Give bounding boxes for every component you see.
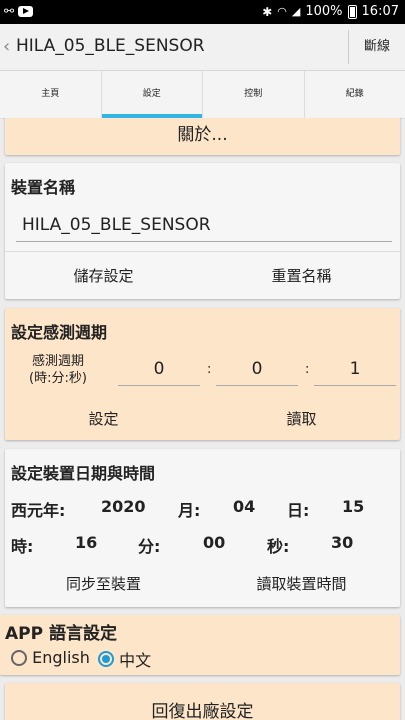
status-bar: ⚯ ✱ ◠ ◢ 100% 16:07	[0, 0, 405, 24]
reset-name-button[interactable]: 重置名稱	[203, 265, 400, 286]
read-period-button[interactable]: 讀取	[203, 408, 400, 429]
sensing-period-card: 設定感測週期 感測週期 (時:分:秒) 0 : 0 : 1 設定 讀取	[5, 308, 400, 440]
english-label: English	[32, 648, 90, 667]
language-radio-chinese[interactable]: 中文	[98, 647, 151, 671]
save-settings-button[interactable]: 儲存設定	[5, 265, 202, 286]
seconds-input[interactable]: 1	[314, 359, 396, 386]
hours-input[interactable]: 0	[118, 359, 200, 386]
datetime-card: 設定裝置日期與時間 西元年: 2020 月: 04 日: 15 時: 16 分:…	[5, 449, 400, 607]
clock: 16:07	[361, 4, 399, 19]
second-value: 30	[331, 533, 354, 552]
link-icon: ⚯	[4, 4, 15, 18]
disconnect-button[interactable]: 斷線	[348, 30, 405, 64]
youtube-icon	[18, 5, 34, 17]
year-value: 2020	[101, 497, 146, 516]
minute-label: 分:	[138, 537, 161, 556]
language-radio-english[interactable]: English	[11, 647, 90, 667]
minutes-input[interactable]: 0	[216, 359, 298, 386]
wifi-icon: ◠	[277, 5, 287, 18]
back-chevron-icon[interactable]: ‹	[3, 36, 10, 57]
hour-label: 時:	[11, 537, 34, 556]
datetime-title: 設定裝置日期與時間	[11, 464, 156, 483]
sensing-period-label-line2: (時:分:秒)	[29, 371, 87, 386]
settings-scroll-content[interactable]: 關於... 裝置名稱 HILA_05_BLE_SENSOR 儲存設定 重置名稱 …	[0, 118, 405, 720]
read-device-time-button[interactable]: 讀取裝置時間	[203, 573, 400, 594]
sensing-period-label: 感測週期 (時:分:秒)	[23, 353, 93, 387]
sensing-period-title: 設定感測週期	[11, 323, 108, 342]
tab-control[interactable]: 控制	[203, 71, 305, 118]
language-card: APP 語言設定 English 中文	[0, 615, 400, 675]
month-label: 月:	[178, 501, 201, 520]
battery-percent: 100%	[305, 4, 343, 19]
sensing-period-label-line1: 感測週期	[31, 354, 84, 369]
device-name-field[interactable]: HILA_05_BLE_SENSOR	[16, 215, 392, 242]
app-title: HILA_05_BLE_SENSOR	[16, 36, 205, 56]
tab-log[interactable]: 紀錄	[305, 71, 405, 118]
language-title: APP 語言設定	[5, 624, 117, 644]
radio-unchecked-icon[interactable]	[11, 649, 27, 666]
about-button[interactable]: 關於...	[5, 118, 400, 155]
sync-to-device-button[interactable]: 同步至裝置	[5, 573, 202, 594]
radio-checked-icon[interactable]	[98, 651, 114, 667]
minute-value: 00	[203, 533, 226, 552]
separator-colon: :	[207, 362, 212, 377]
tab-settings[interactable]: 設定	[101, 71, 203, 118]
day-label: 日:	[287, 501, 310, 520]
set-period-button[interactable]: 設定	[5, 408, 202, 429]
device-name-card: 裝置名稱 HILA_05_BLE_SENSOR 儲存設定 重置名稱	[5, 163, 400, 299]
day-value: 15	[342, 497, 365, 516]
divider	[5, 251, 400, 252]
battery-icon	[347, 4, 357, 19]
about-label: 關於...	[177, 125, 228, 145]
bluetooth-icon: ✱	[262, 4, 273, 19]
hour-value: 16	[75, 533, 98, 552]
factory-reset-button[interactable]: 回復出廠設定	[5, 683, 400, 720]
month-value: 04	[233, 497, 256, 516]
signal-icon: ◢	[291, 5, 301, 18]
separator-colon: :	[305, 362, 310, 377]
tab-home[interactable]: 主頁	[0, 71, 102, 118]
app-bar: ‹ HILA_05_BLE_SENSOR 斷線	[0, 24, 405, 71]
device-name-title: 裝置名稱	[11, 178, 76, 197]
year-label: 西元年:	[11, 501, 66, 520]
chinese-label: 中文	[119, 651, 152, 670]
tab-bar: 主頁 設定 控制 紀錄	[0, 71, 405, 119]
second-label: 秒:	[267, 537, 290, 556]
factory-reset-label: 回復出廠設定	[151, 702, 254, 720]
